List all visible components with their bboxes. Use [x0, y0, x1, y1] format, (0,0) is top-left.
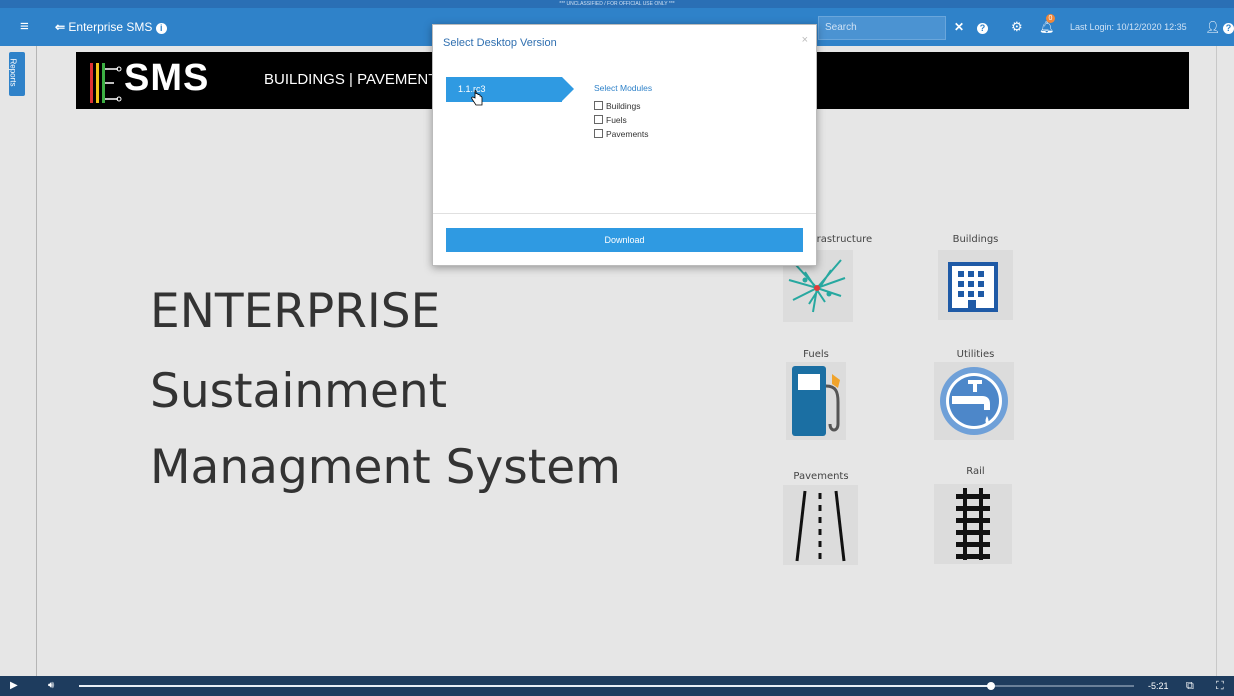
tile-label-utilities: Utilities — [956, 349, 995, 360]
hero-line-3: Managment System — [150, 440, 621, 495]
logo-circuit-icon — [90, 63, 122, 103]
road-icon — [795, 490, 846, 562]
fullscreen-icon[interactable]: ⛶ — [1216, 676, 1224, 696]
tile-label-buildings: Buildings — [952, 234, 999, 245]
content-divider — [36, 46, 37, 676]
picture-in-picture-icon[interactable]: ⧉ — [1186, 676, 1194, 696]
checkbox-icon[interactable] — [594, 115, 603, 124]
water-faucet-icon — [940, 367, 1008, 435]
building-icon — [948, 262, 998, 312]
back-arrow-icon: ⇐ — [55, 20, 66, 34]
reports-tab-label: Reports — [8, 58, 18, 87]
video-player-bar: ▶ 🔊︎ -5:21 ⧉ ⛶ — [0, 676, 1234, 696]
notification-badge: 0 — [1046, 14, 1055, 23]
tile-label-fuels: Fuels — [803, 349, 829, 360]
progress-scrubber-handle[interactable] — [986, 682, 995, 690]
checkbox-icon[interactable] — [594, 129, 603, 138]
tile-rail[interactable] — [934, 484, 1012, 564]
settings-icon[interactable]: ⚙ — [1011, 8, 1023, 46]
railroad-track-icon — [956, 488, 990, 560]
content-divider-right — [1216, 46, 1217, 676]
module-label: Fuels — [606, 115, 627, 125]
module-checkbox-fuels[interactable]: Fuels — [594, 115, 627, 125]
version-option-button[interactable]: 1.1.rc3 — [446, 77, 574, 102]
tile-fuels[interactable] — [786, 362, 846, 440]
module-checkbox-pavements[interactable]: Pavements — [594, 129, 649, 139]
info-icon[interactable]: i — [155, 23, 167, 34]
tile-buildings[interactable] — [938, 250, 1013, 320]
module-label: Pavements — [606, 129, 649, 139]
classification-banner: *** UNCLASSIFIED / FOR OFFICIAL USE ONLY… — [0, 0, 1234, 8]
modal-title: Select Desktop Version — [443, 37, 557, 49]
search-input[interactable]: Search — [818, 16, 946, 40]
hamburger-menu-icon[interactable]: ≡ — [20, 8, 29, 46]
user-icon[interactable]: 👤︎ — [1205, 8, 1220, 46]
last-login-text: Last Login: 10/12/2020 12:35 — [1070, 22, 1187, 32]
banner-modules-text: BUILDINGS | PAVEMENTS — [264, 71, 448, 88]
select-desktop-version-modal: Select Desktop Version × 1.1.rc3 Select … — [432, 24, 817, 266]
fuel-pump-icon — [792, 366, 840, 436]
reports-tab[interactable]: Reports — [9, 52, 25, 96]
tile-label-pavements: Pavements — [793, 471, 849, 482]
hand-cursor-icon — [471, 90, 483, 106]
hero-line-1: ENTERPRISE — [150, 284, 441, 339]
app-name: Enterprise SMS — [68, 20, 153, 34]
module-checkbox-buildings[interactable]: Buildings — [594, 101, 641, 111]
select-modules-title: Select Modules — [594, 83, 653, 93]
module-label: Buildings — [606, 101, 641, 111]
search-placeholder: Search — [825, 22, 857, 33]
tile-utilities[interactable] — [934, 362, 1014, 440]
volume-icon[interactable]: 🔊︎ — [48, 676, 54, 696]
download-button[interactable]: Download — [446, 228, 803, 252]
logo-text: SMS — [124, 57, 210, 99]
sms-logo: SMS — [86, 55, 236, 107]
clear-icon[interactable]: ✕ — [954, 8, 964, 46]
app-title-link[interactable]: ⇐ Enterprise SMS i — [55, 8, 167, 46]
progress-fill — [79, 685, 991, 687]
modal-close-icon[interactable]: × — [802, 34, 808, 46]
help-icon[interactable]: ? — [977, 8, 988, 46]
play-icon[interactable]: ▶ — [10, 676, 18, 696]
tile-pavements[interactable] — [783, 485, 858, 565]
tile-label-rail: Rail — [966, 466, 985, 477]
checkbox-icon[interactable] — [594, 101, 603, 110]
hero-line-2: Sustainment — [150, 364, 448, 419]
time-remaining: -5:21 — [1148, 681, 1169, 691]
modal-divider — [433, 213, 816, 214]
help-secondary-icon[interactable]: ? — [1223, 8, 1234, 46]
